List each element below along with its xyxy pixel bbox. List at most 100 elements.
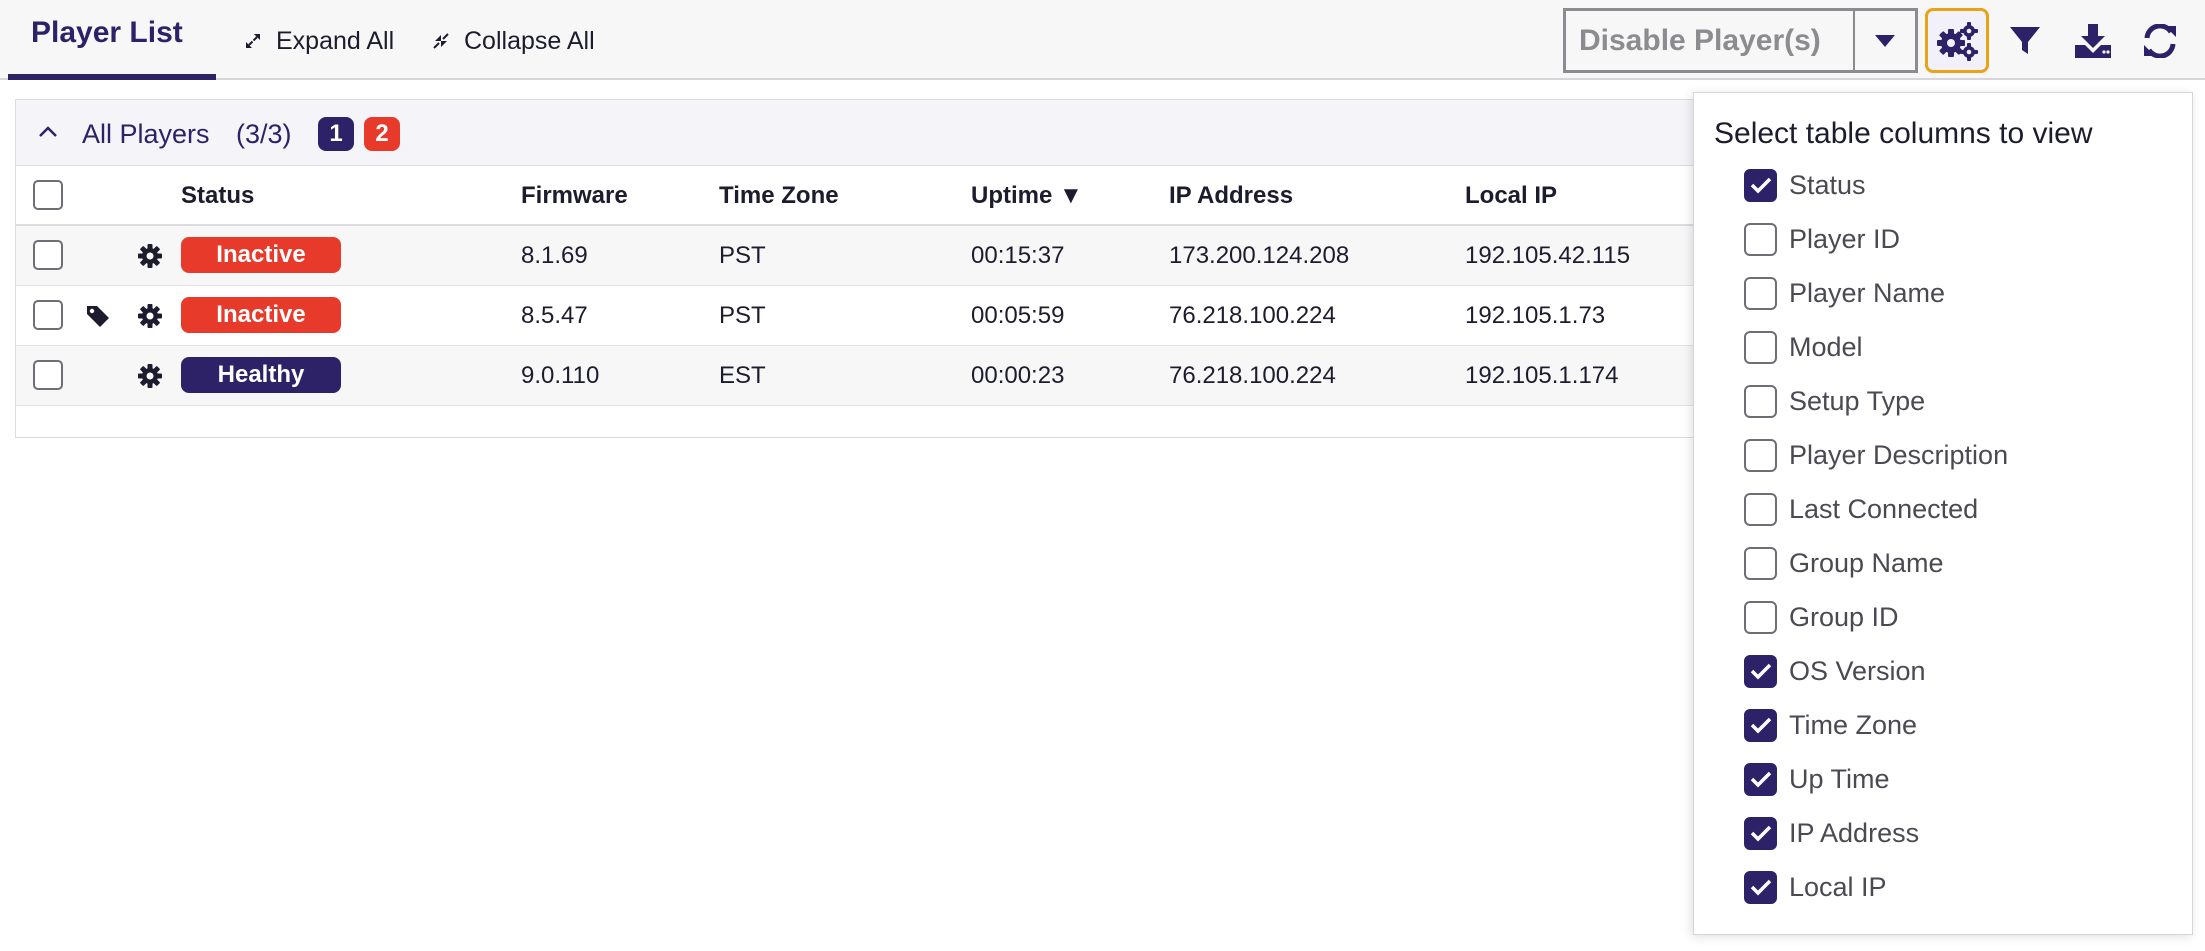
column-option-label: Group ID	[1789, 601, 1899, 632]
header-firmware[interactable]: Firmware	[521, 182, 628, 210]
gear-icon[interactable]	[137, 363, 163, 389]
column-option-label: Model	[1789, 331, 1863, 362]
checkbox-checked[interactable]	[1744, 654, 1777, 688]
column-option-label: Time Zone	[1789, 709, 1918, 740]
column-option[interactable]: Group Name	[1744, 545, 1944, 581]
collapse-all-button[interactable]: Collapse All	[432, 24, 595, 58]
filter-button[interactable]	[1993, 8, 2057, 73]
check-icon	[1750, 177, 1771, 194]
download-button[interactable]	[2061, 8, 2125, 73]
table-row[interactable]: Healthy 9.0.110 EST 00:00:23 76.218.100.…	[16, 346, 1714, 406]
column-option[interactable]: Setup Type	[1744, 383, 1925, 419]
checkbox-checked[interactable]	[1744, 762, 1777, 796]
row-checkbox[interactable]	[33, 300, 63, 330]
ip-address-cell: 76.218.100.224	[1169, 302, 1336, 329]
column-option-label: Setup Type	[1789, 385, 1926, 416]
gear-icon[interactable]	[137, 243, 163, 269]
column-option-label: Player Description	[1789, 439, 2009, 470]
cogs-icon	[1937, 21, 1978, 61]
uptime-cell: 00:15:37	[971, 242, 1065, 269]
column-option[interactable]: Model	[1744, 329, 1863, 365]
checkbox-unchecked[interactable]	[1744, 276, 1777, 310]
column-option[interactable]: Player ID	[1744, 221, 1900, 257]
column-option-label: Up Time	[1789, 763, 1890, 794]
checkbox-unchecked[interactable]	[1744, 438, 1777, 472]
column-option[interactable]: Group ID	[1744, 599, 1899, 635]
column-option-label: IP Address	[1789, 817, 1920, 848]
players-panel: All Players (3/3) 1 2 Status Firmware Ti…	[15, 99, 1715, 438]
timezone-cell: PST	[719, 242, 766, 269]
column-option[interactable]: Player Name	[1744, 275, 1945, 311]
action-select[interactable]: Disable Player(s)	[1563, 8, 1918, 73]
header-local-ip[interactable]: Local IP	[1465, 182, 1557, 210]
group-title: All Players	[82, 119, 210, 149]
column-selector-popup: Select table columns to view Status Playe…	[1693, 92, 2193, 935]
header-status[interactable]: Status	[181, 182, 254, 210]
table-header: Status Firmware Time Zone Uptime ▼ IP Ad…	[16, 166, 1714, 226]
header-ip-address[interactable]: IP Address	[1169, 182, 1293, 210]
column-option-label: OS Version	[1789, 655, 1926, 686]
column-option[interactable]: OS Version	[1744, 653, 1926, 689]
column-settings-button[interactable]	[1925, 8, 1989, 73]
column-option-label: Group Name	[1789, 547, 1944, 578]
column-option[interactable]: Time Zone	[1744, 707, 1917, 743]
column-option[interactable]: Player Description	[1744, 437, 2008, 473]
checkbox-unchecked[interactable]	[1744, 492, 1777, 526]
group-header[interactable]: All Players (3/3) 1 2	[16, 100, 1714, 166]
tab-label: Player List	[31, 16, 183, 49]
checkbox-unchecked[interactable]	[1744, 222, 1777, 256]
column-option[interactable]: Local IP	[1744, 869, 1887, 905]
checkbox-checked[interactable]	[1744, 168, 1777, 202]
expand-icon	[246, 34, 260, 48]
tag-icon[interactable]	[86, 304, 110, 328]
collapse-icon	[433, 33, 449, 49]
local-ip-cell: 192.105.1.73	[1465, 302, 1606, 329]
checkbox-checked[interactable]	[1744, 816, 1777, 850]
gear-icon[interactable]	[137, 303, 163, 329]
checkbox-unchecked[interactable]	[1744, 384, 1777, 418]
popup-title: Select table columns to view	[1714, 117, 2093, 150]
column-option-label: Last Connected	[1789, 493, 1979, 524]
column-option[interactable]: Status	[1744, 167, 1866, 203]
checkbox-unchecked[interactable]	[1744, 546, 1777, 580]
firmware-cell: 8.1.69	[521, 242, 588, 269]
column-option[interactable]: Up Time	[1744, 761, 1890, 797]
check-icon	[1750, 825, 1771, 842]
checkbox-checked[interactable]	[1744, 870, 1777, 904]
local-ip-cell: 192.105.42.115	[1465, 242, 1631, 269]
tab-player-list[interactable]: Player List	[8, 0, 216, 80]
chevron-up-icon[interactable]	[36, 120, 60, 144]
status-badge: Healthy	[181, 357, 341, 393]
check-icon	[1750, 663, 1771, 680]
header-uptime[interactable]: Uptime ▼	[971, 182, 1083, 210]
caret-down-icon[interactable]	[1855, 34, 1915, 47]
check-icon	[1750, 771, 1771, 788]
header-timezone[interactable]: Time Zone	[719, 182, 839, 210]
uptime-cell: 00:00:23	[971, 362, 1065, 389]
checkbox-checked[interactable]	[1744, 708, 1777, 742]
check-icon	[1750, 717, 1771, 734]
column-option-label: Player ID	[1789, 223, 1901, 254]
row-checkbox[interactable]	[33, 240, 63, 270]
timezone-cell: EST	[719, 362, 766, 389]
table-row[interactable]: Inactive 8.1.69 PST 00:15:37 173.200.124…	[16, 226, 1714, 286]
collapse-all-label: Collapse All	[464, 26, 595, 55]
row-checkbox[interactable]	[33, 360, 63, 390]
check-icon	[1750, 879, 1771, 896]
column-option[interactable]: IP Address	[1744, 815, 1919, 851]
timezone-cell: PST	[719, 302, 766, 329]
uptime-cell: 00:05:59	[971, 302, 1065, 329]
ip-address-cell: 173.200.124.208	[1169, 242, 1350, 269]
checkbox-unchecked[interactable]	[1744, 330, 1777, 364]
select-all-checkbox[interactable]	[33, 180, 63, 210]
refresh-button[interactable]	[2128, 8, 2192, 73]
column-option-label: Status	[1789, 169, 1866, 200]
expand-all-button[interactable]: Expand All	[244, 24, 394, 58]
firmware-cell: 8.5.47	[521, 302, 588, 329]
status-badge: Inactive	[181, 297, 341, 333]
column-option[interactable]: Last Connected	[1744, 491, 1978, 527]
table-row[interactable]: Inactive 8.5.47 PST 00:05:59 76.218.100.…	[16, 286, 1714, 346]
local-ip-cell: 192.105.1.174	[1465, 362, 1619, 389]
checkbox-unchecked[interactable]	[1744, 600, 1777, 634]
expand-all-label: Expand All	[276, 26, 395, 55]
